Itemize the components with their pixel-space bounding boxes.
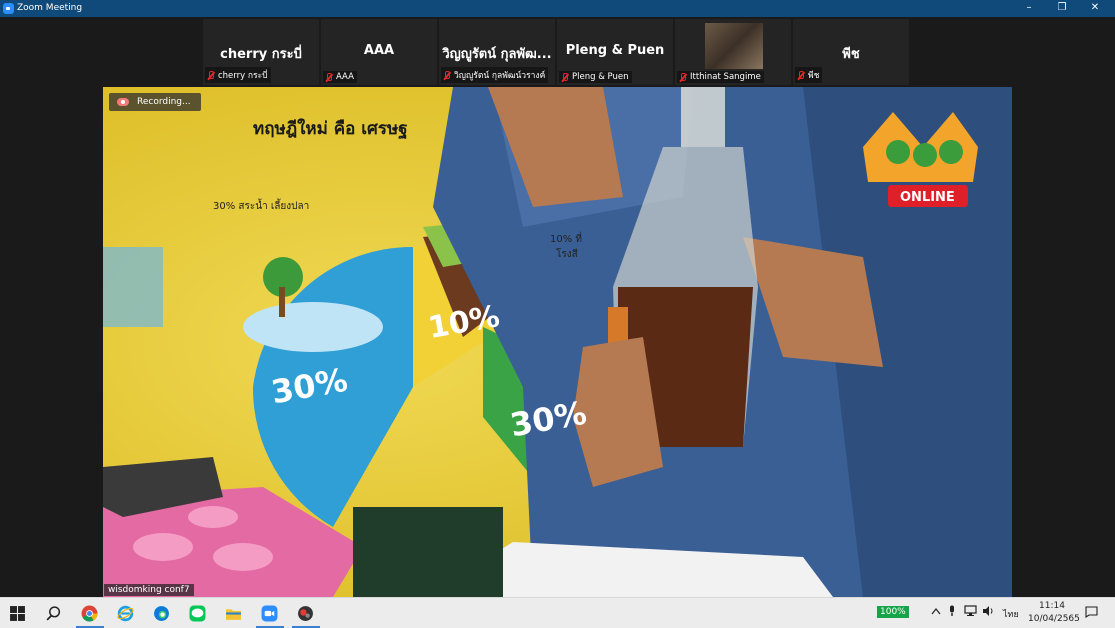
participant-name: วิญญูรัตน์ กุลพัฒน์วรางค์ (454, 71, 546, 81)
participant-name: Itthinat Sangime (690, 72, 761, 82)
zoom-icon (261, 605, 278, 622)
poster-caption: 10% ที่ (550, 234, 582, 245)
poster-caption: โรงสี (556, 249, 578, 260)
minimize-button[interactable]: – (1012, 0, 1046, 17)
recording-label: Recording... (137, 97, 191, 107)
window-titlebar: Zoom Meeting – ❐ ✕ (0, 0, 1115, 17)
volume-icon[interactable] (982, 605, 995, 617)
poster-headline: ทฤษฎีใหม่ คือ เศรษฐ (253, 119, 408, 139)
close-button[interactable]: ✕ (1078, 0, 1112, 17)
clock-date[interactable]: 10/04/2565 (1028, 614, 1080, 624)
video-frame (103, 87, 1012, 597)
recording-indicator[interactable]: Recording... (109, 93, 201, 111)
zoom-app-icon (3, 3, 14, 14)
cloud-recording-icon (117, 98, 129, 106)
windows-logo-icon (10, 606, 25, 621)
participant-name: cherry กระบี่ (218, 71, 268, 81)
participant-tile[interactable]: AAA AAA (321, 19, 437, 85)
edge-icon (154, 606, 169, 621)
participant-label: Pleng & Puen (559, 71, 632, 83)
participant-label: วิญญูรัตน์ กุลพัฒน์วรางค์ (441, 67, 549, 83)
active-speaker-video[interactable]: ทฤษฎีใหม่ คือ เศรษฐ 30% สระน้ำ เลี้ยงปลา… (103, 87, 1012, 597)
participant-tile[interactable]: วิญญูรัตน์ กุลพัฒ... วิญญูรัตน์ กุลพัฒน์… (439, 19, 555, 85)
microphone-icon[interactable] (948, 605, 956, 617)
participant-label: AAA (323, 71, 357, 83)
mic-muted-icon (561, 72, 569, 82)
participant-tile[interactable]: Pleng & Puen Pleng & Puen (557, 19, 673, 85)
mic-muted-icon (207, 70, 215, 80)
participant-label: cherry กระบี่ (205, 67, 271, 83)
search-button[interactable] (36, 598, 72, 628)
taskbar-edge[interactable] (144, 598, 180, 628)
participant-video (705, 23, 763, 69)
windows-taskbar: 100% ไทย 11:14 10/04/2565 (0, 597, 1115, 628)
participant-tile[interactable]: Itthinat Sangime (675, 19, 791, 85)
taskbar-zoom[interactable] (252, 598, 288, 628)
folder-icon (226, 609, 241, 620)
network-icon[interactable] (964, 605, 978, 617)
start-button[interactable] (0, 598, 36, 628)
mic-muted-icon (797, 70, 805, 80)
participant-label: พีช (795, 67, 823, 83)
participant-tile[interactable]: พีช พีช (793, 19, 909, 85)
participant-tile[interactable]: cherry กระบี่ cherry กระบี่ (203, 19, 319, 85)
internet-explorer-icon (117, 605, 134, 622)
clock-time[interactable]: 11:14 (1039, 601, 1065, 611)
maximize-button[interactable]: ❐ (1045, 0, 1079, 17)
online-badge: ONLINE (900, 190, 955, 205)
taskbar-line[interactable] (180, 598, 216, 628)
mic-muted-icon (325, 72, 333, 82)
line-app-icon (189, 605, 206, 622)
participant-label: Itthinat Sangime (677, 71, 764, 83)
participant-name: AAA (336, 72, 354, 82)
active-speaker-name: wisdomking conf7 (104, 584, 194, 596)
taskbar-chrome[interactable] (72, 598, 108, 628)
participant-display-name: cherry กระบี่ (220, 47, 302, 62)
taskbar-file-explorer[interactable] (216, 598, 252, 628)
participant-display-name: Pleng & Puen (565, 43, 665, 58)
taskbar-app[interactable] (288, 598, 324, 628)
poster-caption: 30% สระน้ำ เลี้ยงปลา (213, 201, 310, 212)
notification-icon[interactable] (1085, 606, 1098, 618)
input-language[interactable]: ไทย (1003, 607, 1019, 621)
participant-display-name: วิญญูรัตน์ กุลพัฒ... (442, 47, 552, 62)
battery-indicator[interactable]: 100% (877, 606, 909, 618)
mic-muted-icon (679, 72, 687, 82)
app-circle-icon (298, 606, 313, 621)
chevron-up-icon[interactable] (931, 607, 941, 615)
participant-name: Pleng & Puen (572, 72, 629, 82)
taskbar-internet-explorer[interactable] (108, 598, 144, 628)
mic-muted-icon (443, 70, 451, 80)
participant-display-name: AAA (363, 43, 395, 58)
chrome-icon (81, 605, 98, 622)
participant-name: พีช (808, 71, 820, 81)
search-icon (46, 606, 61, 621)
window-title: Zoom Meeting (17, 3, 83, 13)
participant-display-name: พีช (842, 47, 860, 62)
